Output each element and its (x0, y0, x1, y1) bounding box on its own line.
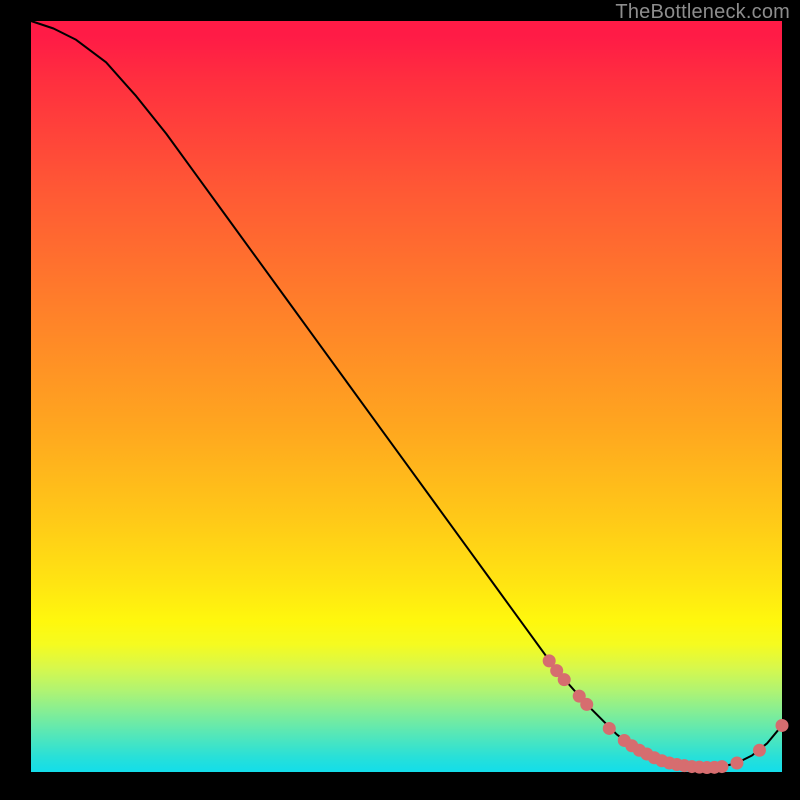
highlight-dot (558, 673, 571, 686)
highlight-dot (753, 744, 766, 757)
watermark-text: TheBottleneck.com (615, 1, 790, 24)
chart-frame: TheBottleneck.com (0, 0, 800, 800)
highlight-dot (580, 698, 593, 711)
highlight-dot (776, 719, 789, 732)
chart-svg (31, 21, 782, 772)
highlight-dot (715, 760, 728, 773)
highlight-dot (603, 722, 616, 735)
highlight-dot (730, 756, 743, 769)
bottleneck-curve (31, 21, 782, 767)
chart-plot-area (31, 21, 782, 772)
